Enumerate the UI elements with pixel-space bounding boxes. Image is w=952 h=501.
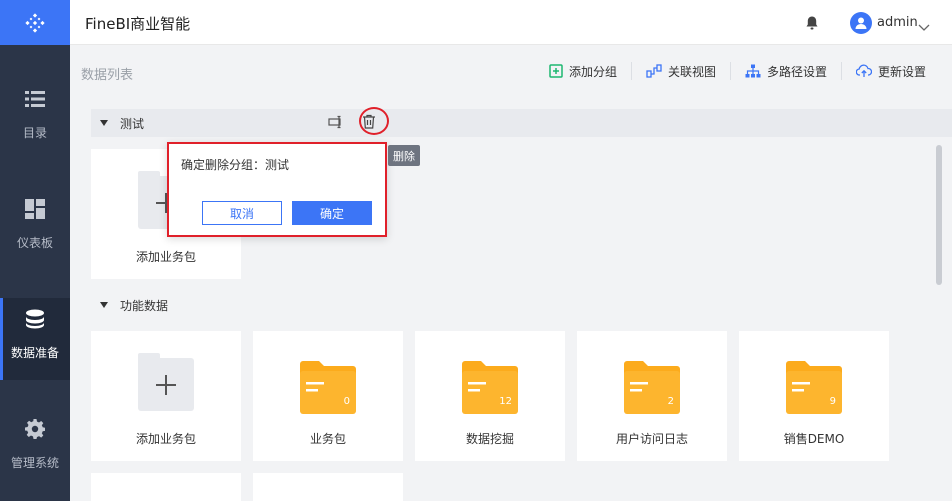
- sidebar: 目录 仪表板 数据准备 管理系统: [0, 0, 70, 501]
- relation-view-button[interactable]: 关联视图: [630, 62, 730, 80]
- toolbar: 添加分组 关联视图 多路径设置 更新设置: [535, 62, 940, 80]
- rename-icon[interactable]: [328, 115, 344, 129]
- cloud-upload-icon: [855, 64, 872, 77]
- group-name: 测试: [120, 116, 145, 131]
- folder-count: 2: [667, 396, 674, 407]
- relation-view-label: 关联视图: [667, 64, 716, 79]
- cancel-button[interactable]: 取消: [202, 201, 282, 225]
- main-content: 数据列表 添加分组 关联视图 多路径设置 更新设置 测试 添加业务包 功能数据 …: [70, 45, 952, 501]
- sidebar-item-catalog[interactable]: 目录: [0, 88, 70, 170]
- group-name: 功能数据: [120, 298, 169, 313]
- hierarchy-icon: [745, 64, 761, 78]
- folder-icon: 0: [300, 358, 356, 414]
- group-header-test[interactable]: 测试: [91, 107, 952, 137]
- folder-count: 12: [499, 396, 512, 407]
- trash-highlight-circle: [359, 107, 389, 135]
- folder-count: 0: [343, 396, 350, 407]
- app-logo[interactable]: [0, 0, 70, 45]
- app-title: FineBI商业智能: [85, 15, 191, 33]
- sidebar-item-dashboard[interactable]: 仪表板: [0, 198, 70, 280]
- plus-icon: [156, 374, 176, 395]
- user-name[interactable]: admin: [877, 15, 918, 30]
- add-package-card[interactable]: 添加业务包: [91, 331, 241, 461]
- add-package-tile: [138, 353, 194, 411]
- folder-icon: 12: [462, 358, 518, 414]
- add-group-button[interactable]: 添加分组: [535, 62, 631, 80]
- add-group-icon: [549, 64, 563, 78]
- sidebar-item-label: 仪表板: [16, 236, 53, 250]
- package-card-partial[interactable]: [91, 473, 241, 501]
- confirm-message: 确定删除分组：测试: [181, 158, 290, 172]
- caret-down-icon[interactable]: [100, 120, 108, 126]
- list-icon: [24, 88, 46, 110]
- package-card-business[interactable]: 0 业务包: [253, 331, 403, 461]
- database-icon: [24, 308, 46, 330]
- delete-confirm-popover: 确定删除分组：测试 取消 确定: [167, 142, 387, 237]
- multipath-settings-label: 多路径设置: [766, 64, 827, 79]
- sidebar-item-label: 管理系统: [10, 456, 59, 470]
- avatar[interactable]: [850, 12, 872, 34]
- delete-tooltip: 删除: [388, 145, 420, 166]
- sidebar-item-admin[interactable]: 管理系统: [0, 418, 70, 500]
- top-header: FineBI商业智能 admin: [70, 0, 952, 45]
- folder-count: 9: [829, 396, 836, 407]
- page-title: 数据列表: [81, 68, 134, 83]
- confirm-button[interactable]: 确定: [292, 201, 372, 225]
- multipath-settings-button[interactable]: 多路径设置: [729, 62, 841, 80]
- card-label: 用户访问日志: [615, 432, 688, 446]
- card-label: 业务包: [309, 432, 346, 446]
- card-label: 销售DEMO: [783, 432, 845, 446]
- package-card-partial[interactable]: [253, 473, 403, 501]
- chevron-down-icon[interactable]: [918, 17, 930, 36]
- caret-down-icon[interactable]: [100, 302, 108, 308]
- dashboard-icon: [24, 198, 46, 220]
- sidebar-item-label: 数据准备: [10, 346, 59, 360]
- folder-icon: 9: [786, 358, 842, 414]
- add-group-label: 添加分组: [568, 64, 617, 79]
- bell-icon[interactable]: [806, 15, 818, 34]
- sidebar-item-data-prep[interactable]: 数据准备: [0, 298, 70, 380]
- package-card-data-mining[interactable]: 12 数据挖掘: [415, 331, 565, 461]
- update-settings-button[interactable]: 更新设置: [840, 62, 940, 80]
- sidebar-item-label: 目录: [22, 126, 47, 140]
- folder-icon: 2: [624, 358, 680, 414]
- card-label: 数据挖掘: [465, 432, 514, 446]
- card-label: 添加业务包: [135, 250, 196, 264]
- logo-icon: [25, 12, 45, 33]
- package-card-access-log[interactable]: 2 用户访问日志: [577, 331, 727, 461]
- relation-icon: [646, 64, 662, 78]
- package-card-sales-demo[interactable]: 9 销售DEMO: [739, 331, 889, 461]
- vertical-scrollbar[interactable]: [936, 145, 942, 285]
- group-header-function-data[interactable]: 功能数据: [91, 291, 952, 319]
- update-settings-label: 更新设置: [877, 64, 926, 79]
- gear-icon: [24, 418, 46, 440]
- card-label: 添加业务包: [135, 432, 196, 446]
